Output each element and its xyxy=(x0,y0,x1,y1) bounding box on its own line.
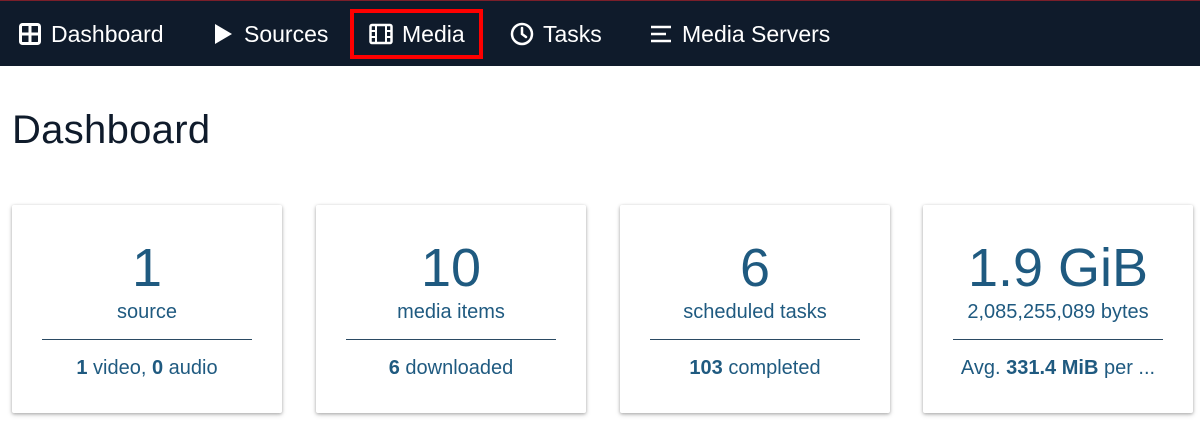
stat-card-storage: 1.9 GiB 2,085,255,089 bytes Avg. 331.4 M… xyxy=(923,205,1193,413)
play-icon xyxy=(211,22,235,46)
list-icon xyxy=(649,22,673,46)
top-navbar: Dashboard Sources Media Tasks Media Serv… xyxy=(0,0,1200,66)
nav-tasks[interactable]: Tasks xyxy=(510,1,602,67)
nav-sources[interactable]: Sources xyxy=(211,1,328,67)
nav-dashboard-label: Dashboard xyxy=(51,20,164,47)
divider xyxy=(346,339,556,340)
stat-card-media: 10 media items 6 downloaded xyxy=(316,205,586,413)
divider xyxy=(650,339,860,340)
stat-footer: 103 completed xyxy=(689,357,821,379)
stat-value: 6 xyxy=(739,238,771,298)
stat-label: source xyxy=(116,301,178,323)
page-title: Dashboard xyxy=(12,108,211,152)
nav-media-servers-label: Media Servers xyxy=(682,20,831,47)
nav-sources-label: Sources xyxy=(244,20,329,47)
stat-footer: 1 video, 0 audio xyxy=(76,357,218,379)
stat-value: 1 xyxy=(131,238,163,298)
film-icon xyxy=(369,22,393,46)
nav-media[interactable]: Media xyxy=(350,9,483,59)
stat-card-tasks: 6 scheduled tasks 103 completed xyxy=(620,205,890,413)
nav-media-servers[interactable]: Media Servers xyxy=(649,1,830,67)
nav-tasks-label: Tasks xyxy=(543,20,602,47)
divider xyxy=(42,339,252,340)
nav-media-label: Media xyxy=(402,20,465,47)
dashboard-grid-icon xyxy=(18,22,42,46)
stat-value: 10 xyxy=(420,238,482,298)
stat-label: scheduled tasks xyxy=(683,301,827,323)
stat-label: 2,085,255,089 bytes xyxy=(967,301,1149,323)
stat-value: 1.9 GiB xyxy=(967,238,1149,298)
stat-card-sources: 1 source 1 video, 0 audio xyxy=(12,205,282,413)
nav-dashboard[interactable]: Dashboard xyxy=(18,1,164,67)
clock-icon xyxy=(510,22,534,46)
stat-label: media items xyxy=(397,301,505,323)
stat-footer: 6 downloaded xyxy=(388,357,514,379)
stat-footer: Avg. 331.4 MiB per ... xyxy=(960,357,1156,379)
divider xyxy=(953,339,1163,340)
